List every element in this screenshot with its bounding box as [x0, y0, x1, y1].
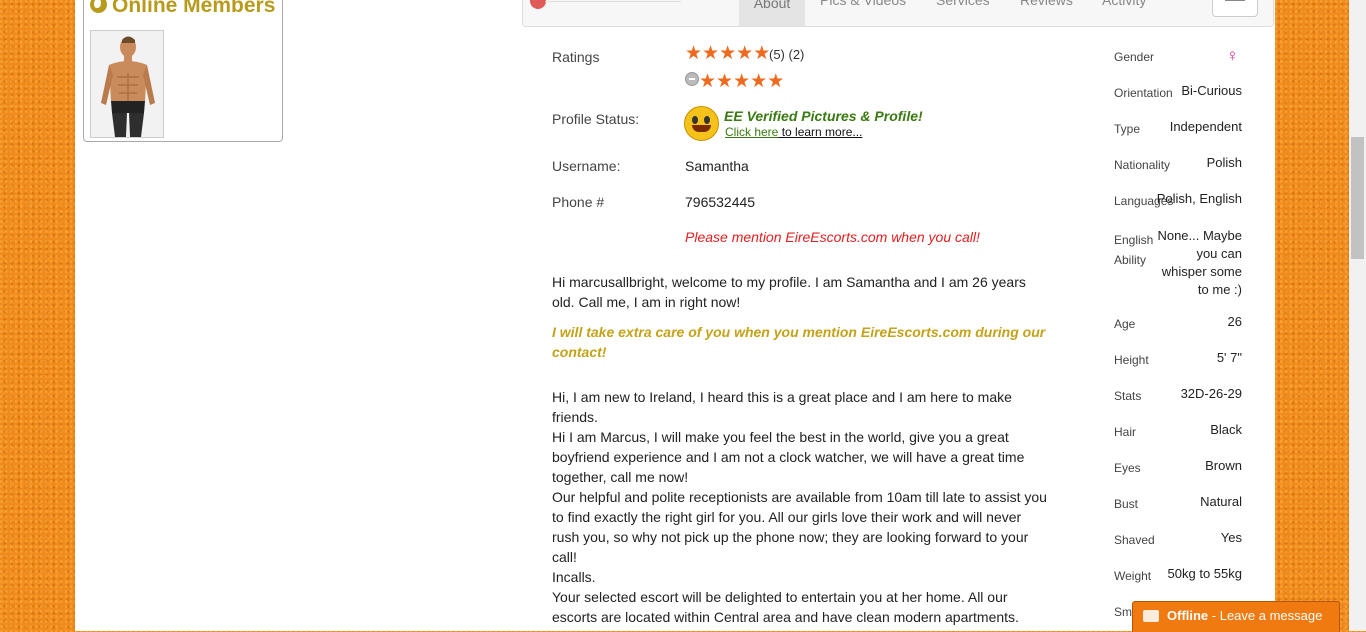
star-icon: ★ [702, 43, 720, 64]
eyes-value: Brown [1205, 458, 1242, 473]
member-photo [91, 31, 163, 137]
nationality-value: Polish [1206, 155, 1242, 170]
english-ability-value: None... Maybe you can whisper some to me… [1157, 228, 1242, 297]
star-icon: ★ [719, 43, 737, 64]
height-label: Height [1114, 353, 1149, 367]
stats-value: 32D-26-29 [1180, 386, 1242, 401]
bio-paragraph: Our helpful and polite receptionists are… [552, 489, 1047, 565]
star-icon: ★ [736, 43, 754, 64]
bust-value: Natural [1200, 494, 1242, 509]
tab-pics-videos[interactable]: Pics & Videos [820, 0, 906, 8]
eyes-label: Eyes [1114, 461, 1141, 475]
bio-paragraph: Incalls. [552, 569, 596, 585]
welcome-text: Hi marcusallbright, welcome to my profil… [552, 274, 1026, 310]
globe-icon [90, 0, 107, 13]
orientation-label: Orientation [1114, 86, 1173, 100]
learn-more-line: Click here to learn more... [725, 125, 862, 139]
star-icon: ★ [753, 43, 771, 64]
type-label: Type [1114, 122, 1141, 136]
hair-value: Black [1210, 422, 1242, 437]
chat-tab-text: Offline - Leave a message [1167, 608, 1322, 623]
shaved-label: Shaved [1114, 533, 1155, 547]
chat-status: Offline [1167, 608, 1209, 623]
gender-label: Gender [1114, 50, 1155, 64]
smiley-icon [684, 106, 719, 141]
bio-paragraph: Hi, I am new to Ireland, I heard this is… [552, 389, 1012, 425]
bust-label: Bust [1114, 497, 1139, 511]
phone-value[interactable]: 796532445 [685, 194, 755, 210]
type-value: Independent [1169, 119, 1242, 134]
star-icon: ★ [685, 43, 703, 64]
rating-count: (5) (2) [769, 47, 805, 62]
orientation-value: Bi-Curious [1181, 83, 1242, 98]
weight-value: 50kg to 55kg [1167, 566, 1242, 581]
age-value: 26 [1227, 314, 1242, 329]
shaved-value: Yes [1220, 530, 1242, 545]
page-scrollbar[interactable] [1349, 0, 1366, 631]
offline-chat-tab[interactable]: Offline - Leave a message [1132, 601, 1340, 632]
bio-paragraph: Hi I am Marcus, I will make you feel the… [552, 429, 1025, 485]
star-icon[interactable]: ★ [767, 72, 784, 91]
click-here-link[interactable]: Click here [725, 125, 778, 139]
promo-text: I will take extra care of you when you m… [552, 324, 1046, 360]
hair-label: Hair [1114, 425, 1137, 439]
female-symbol-icon: ♀ [1226, 46, 1239, 65]
username-value: Samantha [685, 158, 749, 174]
username-label: Username: [552, 158, 621, 174]
clear-rating-icon[interactable] [685, 72, 699, 86]
english-ability-label: English Ability [1114, 233, 1154, 267]
mention-notice: Please mention EireEscorts.com when you … [685, 229, 980, 245]
tab-activity[interactable]: Activity [1102, 0, 1146, 8]
height-value: 5' 7" [1216, 350, 1242, 365]
tab-about[interactable]: About [739, 0, 805, 26]
ratings-label: Ratings [552, 49, 600, 65]
star-icon[interactable]: ★ [733, 72, 750, 91]
rating-stars[interactable]: ★★★★★ [685, 43, 771, 64]
chat-action: - Leave a message [1208, 608, 1323, 623]
online-members-title: Online Members [90, 0, 275, 18]
scrollbar-thumb[interactable] [1351, 137, 1364, 259]
phone-label: Phone # [552, 194, 605, 210]
tab-reviews[interactable]: Reviews [1020, 0, 1073, 8]
weight-label: Weight [1114, 569, 1152, 583]
age-label: Age [1114, 317, 1136, 331]
profile-status-label: Profile Status: [552, 111, 640, 127]
languages-value: Polish, English [1156, 191, 1242, 206]
menu-button[interactable] [1212, 0, 1258, 17]
star-icon[interactable]: ★ [699, 72, 716, 91]
rate-stars-input[interactable]: ★★★★★ [685, 72, 784, 91]
online-members-title-text: Online Members [112, 0, 276, 17]
status-field [545, 0, 681, 2]
member-thumbnail[interactable] [90, 30, 164, 138]
star-icon[interactable]: ★ [750, 72, 767, 91]
verified-text: EE Verified Pictures & Profile! [724, 108, 923, 124]
tab-services[interactable]: Services [936, 0, 990, 8]
envelope-icon [1143, 610, 1159, 622]
bio-paragraph: Your selected escort will be delighted t… [552, 589, 1019, 625]
learn-more-text: to learn more... [778, 125, 863, 139]
smoker-label: Sm [1114, 605, 1132, 619]
star-icon[interactable]: ★ [716, 72, 733, 91]
nationality-label: Nationality [1114, 158, 1171, 172]
stats-label: Stats [1114, 389, 1142, 403]
